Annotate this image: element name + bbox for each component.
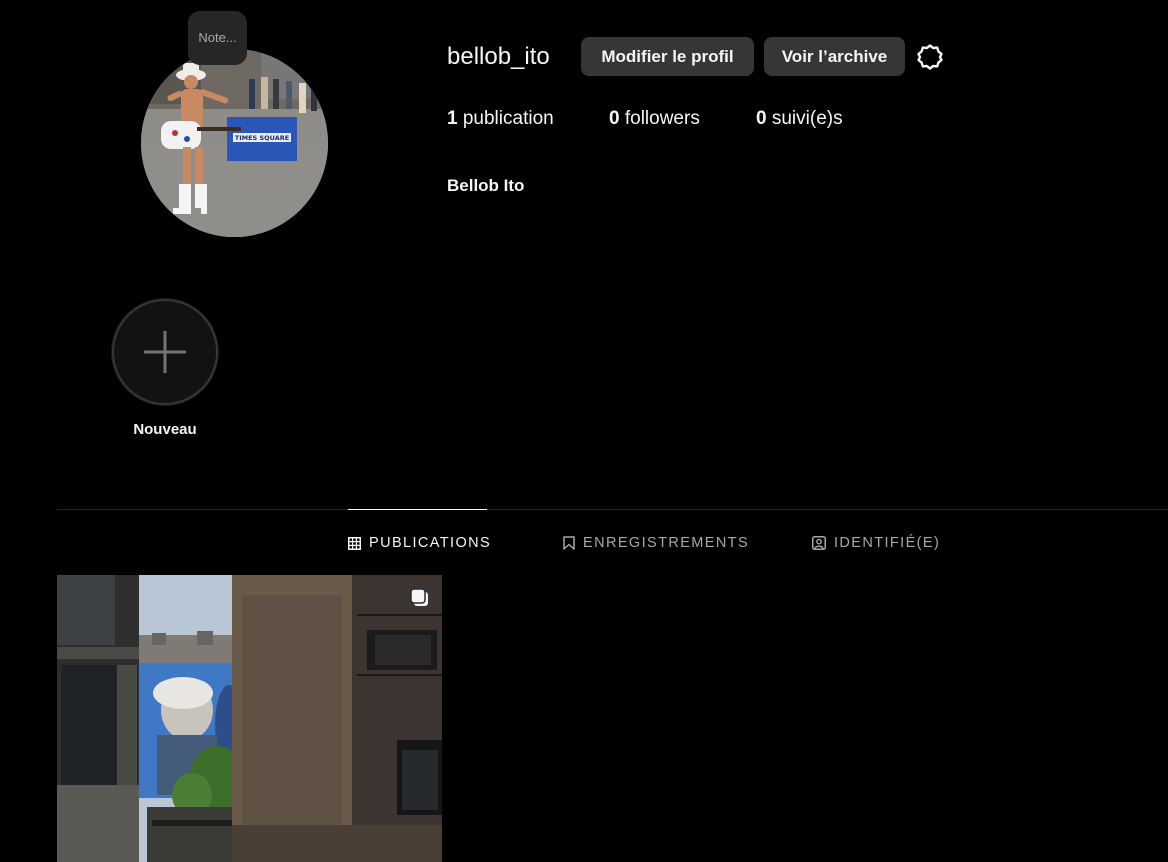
- edit-profile-button[interactable]: Modifier le profil: [581, 37, 754, 76]
- tab-tagged[interactable]: IDENTIFIÉ(E): [812, 532, 940, 554]
- tab-saved-label: ENREGISTREMENTS: [583, 535, 750, 551]
- tab-saved[interactable]: ENREGISTREMENTS: [563, 532, 749, 554]
- profile-stats: 1 publication 0 followers 0 suivi(e)s: [447, 106, 843, 132]
- posts-count-stat: 1 publication: [447, 106, 609, 132]
- multiple-images-icon: [408, 586, 432, 610]
- settings-button[interactable]: [914, 41, 946, 73]
- profile-avatar[interactable]: TIMES SQUARE: [141, 49, 328, 237]
- tab-publications-label: PUBLICATIONS: [369, 535, 492, 551]
- view-archive-button[interactable]: Voir l’archive: [764, 37, 905, 76]
- following-count: 0: [756, 108, 767, 129]
- following-label: suivi(e)s: [771, 108, 843, 129]
- bookmark-icon: [563, 536, 575, 550]
- avatar-photo: TIMES SQUARE: [141, 49, 328, 237]
- plus-icon: [144, 331, 186, 373]
- tab-publications[interactable]: PUBLICATIONS: [348, 532, 491, 554]
- posts-count: 1: [447, 108, 458, 129]
- active-tab-indicator: [348, 509, 487, 510]
- tabs-divider: [57, 509, 1168, 510]
- new-highlight-button[interactable]: [112, 299, 218, 405]
- post-thumbnail[interactable]: [57, 575, 442, 862]
- post-photo: [57, 575, 442, 862]
- new-highlight-label: Nouveau: [133, 421, 197, 438]
- tab-tagged-label: IDENTIFIÉ(E): [834, 535, 941, 551]
- posts-label: publication: [462, 108, 554, 129]
- profile-full-name: Bellob Ito: [447, 176, 525, 195]
- followers-stat[interactable]: 0 followers: [609, 106, 756, 132]
- followers-label: followers: [624, 108, 700, 129]
- tagged-user-icon: [812, 536, 826, 550]
- profile-page: TIMES SQUARE Note... bellob_ito Modifier…: [0, 0, 1168, 862]
- followers-count: 0: [609, 108, 620, 129]
- note-bubble[interactable]: Note...: [188, 11, 247, 65]
- following-stat[interactable]: 0 suivi(e)s: [756, 106, 843, 132]
- svg-text:TIMES SQUARE: TIMES SQUARE: [235, 134, 289, 142]
- gear-icon: [917, 44, 943, 70]
- profile-username: bellob_ito: [447, 43, 550, 70]
- note-placeholder: Note...: [198, 29, 237, 45]
- grid-icon: [348, 536, 361, 550]
